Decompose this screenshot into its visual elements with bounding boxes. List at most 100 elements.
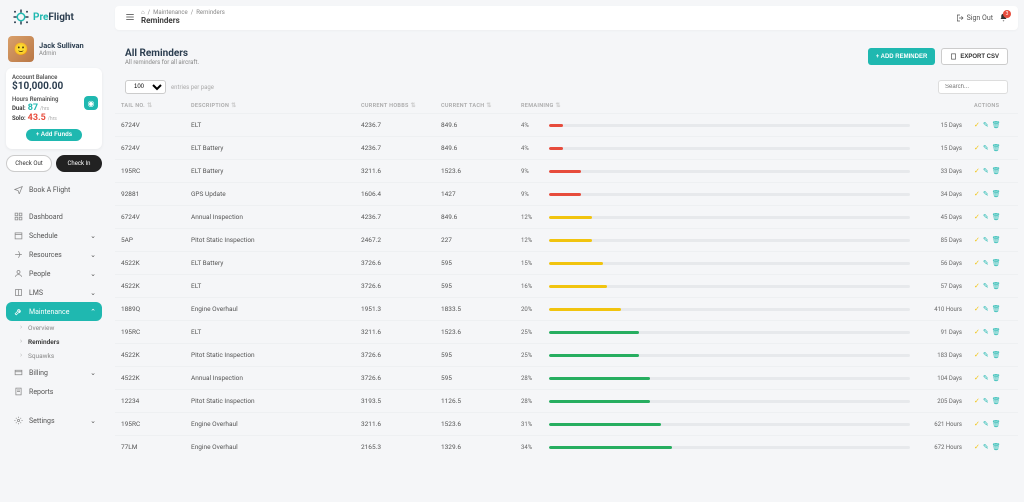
delete-icon[interactable]: 🗑: [992, 145, 1001, 152]
add-funds-button[interactable]: + Add Funds: [26, 129, 82, 141]
col-tach[interactable]: CURRENT TACH⇅: [435, 98, 515, 114]
delete-icon[interactable]: 🗑: [992, 191, 1001, 198]
complete-icon[interactable]: ✓: [974, 421, 980, 428]
complete-icon[interactable]: ✓: [974, 214, 980, 221]
sidebar-item-settings[interactable]: Settings ⌄: [6, 411, 102, 430]
billing-icon: [14, 368, 23, 377]
delete-icon[interactable]: 🗑: [992, 352, 1001, 359]
search-input[interactable]: [938, 80, 1008, 94]
plane-icon: [14, 250, 23, 259]
sidebar-item-reports[interactable]: Reports: [6, 382, 102, 401]
sidebar-item-resources[interactable]: Resources ⌄: [6, 245, 102, 264]
edit-icon[interactable]: ✎: [983, 191, 989, 198]
cell-description: Engine Overhaul: [185, 413, 355, 436]
complete-icon[interactable]: ✓: [974, 444, 980, 451]
cell-actions: ✓✎🗑: [968, 321, 1018, 344]
delete-icon[interactable]: 🗑: [992, 283, 1001, 290]
sidebar-sub-reminders[interactable]: Reminders: [6, 335, 102, 349]
edit-icon[interactable]: ✎: [983, 306, 989, 313]
delete-icon[interactable]: 🗑: [992, 122, 1001, 129]
complete-icon[interactable]: ✓: [974, 375, 980, 382]
page-size-select[interactable]: 100: [125, 80, 166, 94]
complete-icon[interactable]: ✓: [974, 237, 980, 244]
hours-info-icon[interactable]: ◉: [84, 96, 98, 110]
complete-icon[interactable]: ✓: [974, 398, 980, 405]
col-tail[interactable]: TAIL NO.⇅: [115, 98, 185, 114]
table-row: 4522KAnnual Inspection3726.659528%104 Da…: [115, 367, 1018, 390]
edit-icon[interactable]: ✎: [983, 122, 989, 129]
sidebar-item-maintenance[interactable]: Maintenance ⌃: [6, 302, 102, 321]
logo[interactable]: PreFlight: [12, 8, 102, 26]
edit-icon[interactable]: ✎: [983, 421, 989, 428]
topbar-title: Reminders: [141, 17, 225, 26]
complete-icon[interactable]: ✓: [974, 329, 980, 336]
cell-tach: 227: [435, 229, 515, 252]
menu-toggle-icon[interactable]: [125, 12, 135, 24]
delete-icon[interactable]: 🗑: [992, 421, 1001, 428]
user-card[interactable]: 🙂 Jack Sullivan Admin: [6, 34, 102, 68]
cell-tail: 6724V: [115, 137, 185, 160]
edit-icon[interactable]: ✎: [983, 375, 989, 382]
remaining-percent: 20%: [521, 306, 543, 313]
sidebar-item-dashboard[interactable]: Dashboard: [6, 207, 102, 226]
gear-icon: [14, 416, 23, 425]
cell-actions: ✓✎🗑: [968, 390, 1018, 413]
col-remaining[interactable]: REMAINING⇅: [515, 98, 968, 114]
col-description[interactable]: DESCRIPTION⇅: [185, 98, 355, 114]
sidebar-item-lms[interactable]: LMS ⌄: [6, 283, 102, 302]
document-icon: [950, 53, 957, 60]
delete-icon[interactable]: 🗑: [992, 237, 1001, 244]
progress-bar: [549, 377, 910, 380]
edit-icon[interactable]: ✎: [983, 444, 989, 451]
cell-remaining: 4%15 Days: [515, 114, 968, 137]
breadcrumb-seg[interactable]: Reminders: [196, 10, 225, 17]
edit-icon[interactable]: ✎: [983, 145, 989, 152]
complete-icon[interactable]: ✓: [974, 145, 980, 152]
edit-icon[interactable]: ✎: [983, 398, 989, 405]
complete-icon[interactable]: ✓: [974, 283, 980, 290]
edit-icon[interactable]: ✎: [983, 283, 989, 290]
check-in-button[interactable]: Check In: [56, 155, 102, 172]
sign-out-button[interactable]: Sign Out: [956, 14, 993, 22]
edit-icon[interactable]: ✎: [983, 352, 989, 359]
sidebar-item-label: Settings: [29, 417, 55, 425]
notifications-button[interactable]: 3: [999, 13, 1008, 24]
complete-icon[interactable]: ✓: [974, 191, 980, 198]
progress-bar: [549, 446, 910, 449]
export-csv-button[interactable]: EXPORT CSV: [941, 48, 1008, 65]
wrench-icon: [14, 307, 23, 316]
edit-icon[interactable]: ✎: [983, 214, 989, 221]
sidebar-item-book[interactable]: Book A Flight: [6, 180, 102, 199]
delete-icon[interactable]: 🗑: [992, 214, 1001, 221]
sidebar-item-schedule[interactable]: Schedule ⌄: [6, 226, 102, 245]
cell-hobbs: 3193.5: [355, 390, 435, 413]
delete-icon[interactable]: 🗑: [992, 306, 1001, 313]
complete-icon[interactable]: ✓: [974, 260, 980, 267]
edit-icon[interactable]: ✎: [983, 168, 989, 175]
sidebar-item-people[interactable]: People ⌄: [6, 264, 102, 283]
delete-icon[interactable]: 🗑: [992, 398, 1001, 405]
sidebar-sub-overview[interactable]: Overview: [6, 321, 102, 335]
delete-icon[interactable]: 🗑: [992, 329, 1001, 336]
delete-icon[interactable]: 🗑: [992, 260, 1001, 267]
complete-icon[interactable]: ✓: [974, 306, 980, 313]
delete-icon[interactable]: 🗑: [992, 375, 1001, 382]
complete-icon[interactable]: ✓: [974, 352, 980, 359]
cell-tach: 1329.6: [435, 436, 515, 459]
table-row: 6724VAnnual Inspection4236.7849.612%45 D…: [115, 206, 1018, 229]
check-out-button[interactable]: Check Out: [6, 155, 52, 172]
delete-icon[interactable]: 🗑: [992, 168, 1001, 175]
complete-icon[interactable]: ✓: [974, 122, 980, 129]
add-reminder-button[interactable]: + ADD REMINDER: [868, 48, 936, 65]
delete-icon[interactable]: 🗑: [992, 444, 1001, 451]
table-row: 4522KELT3726.659516%57 Days✓✎🗑: [115, 275, 1018, 298]
complete-icon[interactable]: ✓: [974, 168, 980, 175]
edit-icon[interactable]: ✎: [983, 329, 989, 336]
edit-icon[interactable]: ✎: [983, 260, 989, 267]
cell-tail: 6724V: [115, 114, 185, 137]
cell-description: GPS Update: [185, 183, 355, 206]
sidebar-item-billing[interactable]: Billing ⌄: [6, 363, 102, 382]
sidebar-sub-squawks[interactable]: Squawks: [6, 349, 102, 363]
edit-icon[interactable]: ✎: [983, 237, 989, 244]
col-hobbs[interactable]: CURRENT HOBBS⇅: [355, 98, 435, 114]
